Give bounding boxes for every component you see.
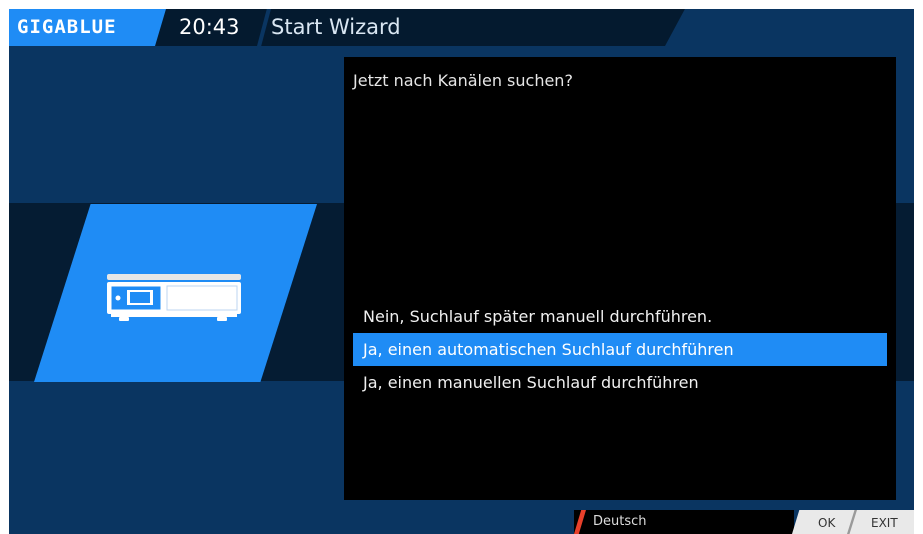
- logo-container: GIGABLUE: [9, 9, 166, 46]
- header-separator: [257, 9, 271, 46]
- page-title: Start Wizard: [271, 15, 401, 39]
- tv-screen: GIGABLUE 20:43 Start Wizard Jetzt nach K…: [9, 9, 914, 534]
- option-manual-scan[interactable]: Ja, einen manuellen Suchlauf durchführen: [353, 366, 887, 399]
- wizard-dialog: Jetzt nach Kanälen suchen? Nein, Suchlau…: [344, 57, 896, 500]
- clock: 20:43: [179, 15, 240, 39]
- dialog-question: Jetzt nach Kanälen suchen?: [353, 71, 573, 90]
- exit-key-hint[interactable]: EXIT: [871, 516, 898, 530]
- gigablue-logo: GIGABLUE: [17, 16, 117, 38]
- ok-key-hint[interactable]: OK: [818, 516, 835, 530]
- receiver-box-icon: [107, 274, 241, 321]
- option-auto-scan[interactable]: Ja, einen automatischen Suchlauf durchfü…: [353, 333, 887, 366]
- language-label: Deutsch: [593, 514, 647, 529]
- top-bar-right-segment: [665, 9, 914, 46]
- option-scan-later[interactable]: Nein, Suchlauf später manuell durchführe…: [353, 300, 887, 333]
- top-bar: GIGABLUE 20:43 Start Wizard: [9, 9, 914, 46]
